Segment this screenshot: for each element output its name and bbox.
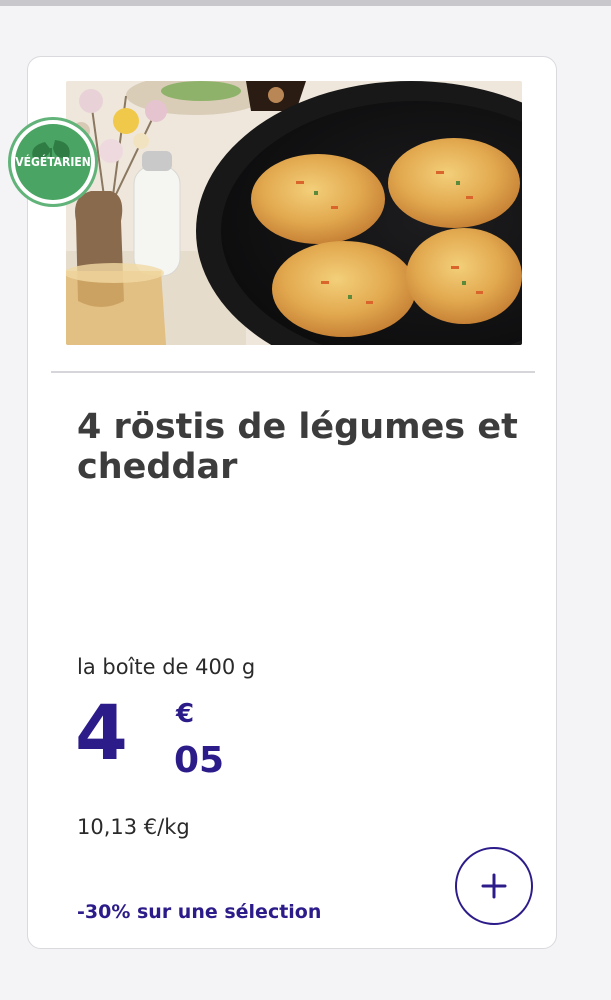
badge-label: VÉGÉTARIEN: [15, 155, 91, 169]
badge-circle: VÉGÉTARIEN: [15, 124, 91, 200]
vegetarian-badge: VÉGÉTARIEN: [8, 117, 98, 207]
unit-description: la boîte de 400 g: [77, 655, 256, 679]
add-to-cart-button[interactable]: [455, 847, 533, 925]
product-title[interactable]: 4 röstis de légumes et cheddar: [77, 407, 527, 487]
product-image: [66, 81, 522, 345]
price-integer: 4: [75, 688, 128, 777]
promo-text[interactable]: -30% sur une sélection: [77, 901, 321, 923]
divider: [51, 371, 535, 373]
price-cents: 05: [174, 740, 225, 781]
product-card[interactable]: VÉGÉTARIEN 4 röstis de légumes et chedda…: [8, 56, 557, 949]
plus-icon: [481, 873, 507, 899]
price-per-kg: 10,13 €/kg: [77, 815, 190, 839]
price-currency: €: [176, 699, 195, 729]
top-edge-bar: [0, 0, 611, 6]
